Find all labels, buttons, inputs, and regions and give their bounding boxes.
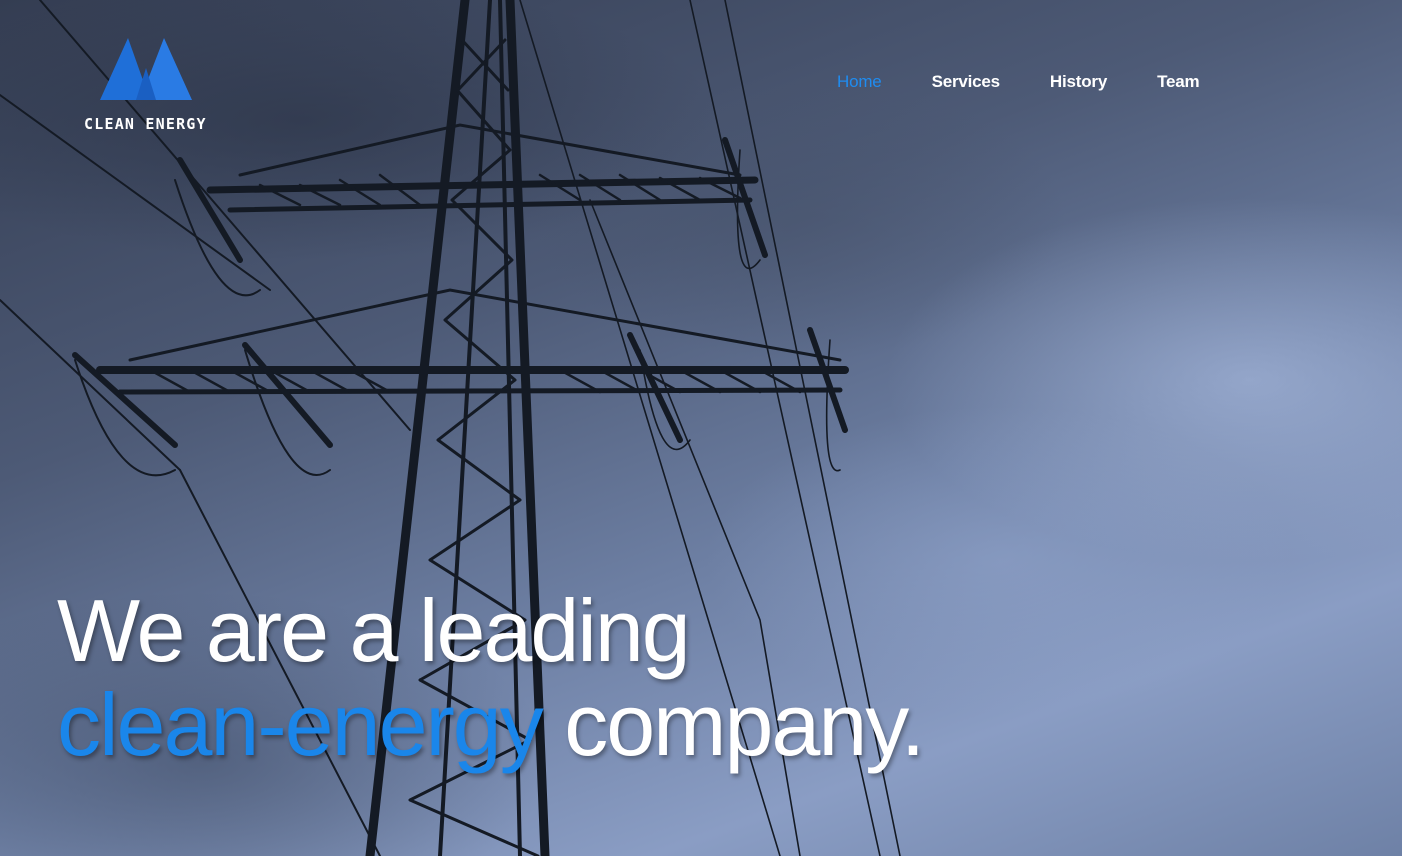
brand-logo[interactable]: CLEAN ENERGY [84, 38, 212, 138]
twin-peaks-logo-icon [100, 38, 192, 100]
headline-line1: We are a leading [57, 581, 691, 680]
nav-item-history[interactable]: History [1050, 72, 1107, 92]
headline-rest: company. [541, 675, 925, 774]
hero-headline: We are a leading clean-energy company. [57, 581, 925, 774]
nav-item-team[interactable]: Team [1157, 72, 1200, 92]
headline-accent: clean-energy [57, 675, 544, 774]
brand-name: CLEAN ENERGY [84, 115, 207, 133]
nav-item-services[interactable]: Services [932, 72, 1001, 92]
nav-item-home[interactable]: Home [837, 72, 882, 92]
main-nav: Home Services History Team [837, 72, 1249, 92]
